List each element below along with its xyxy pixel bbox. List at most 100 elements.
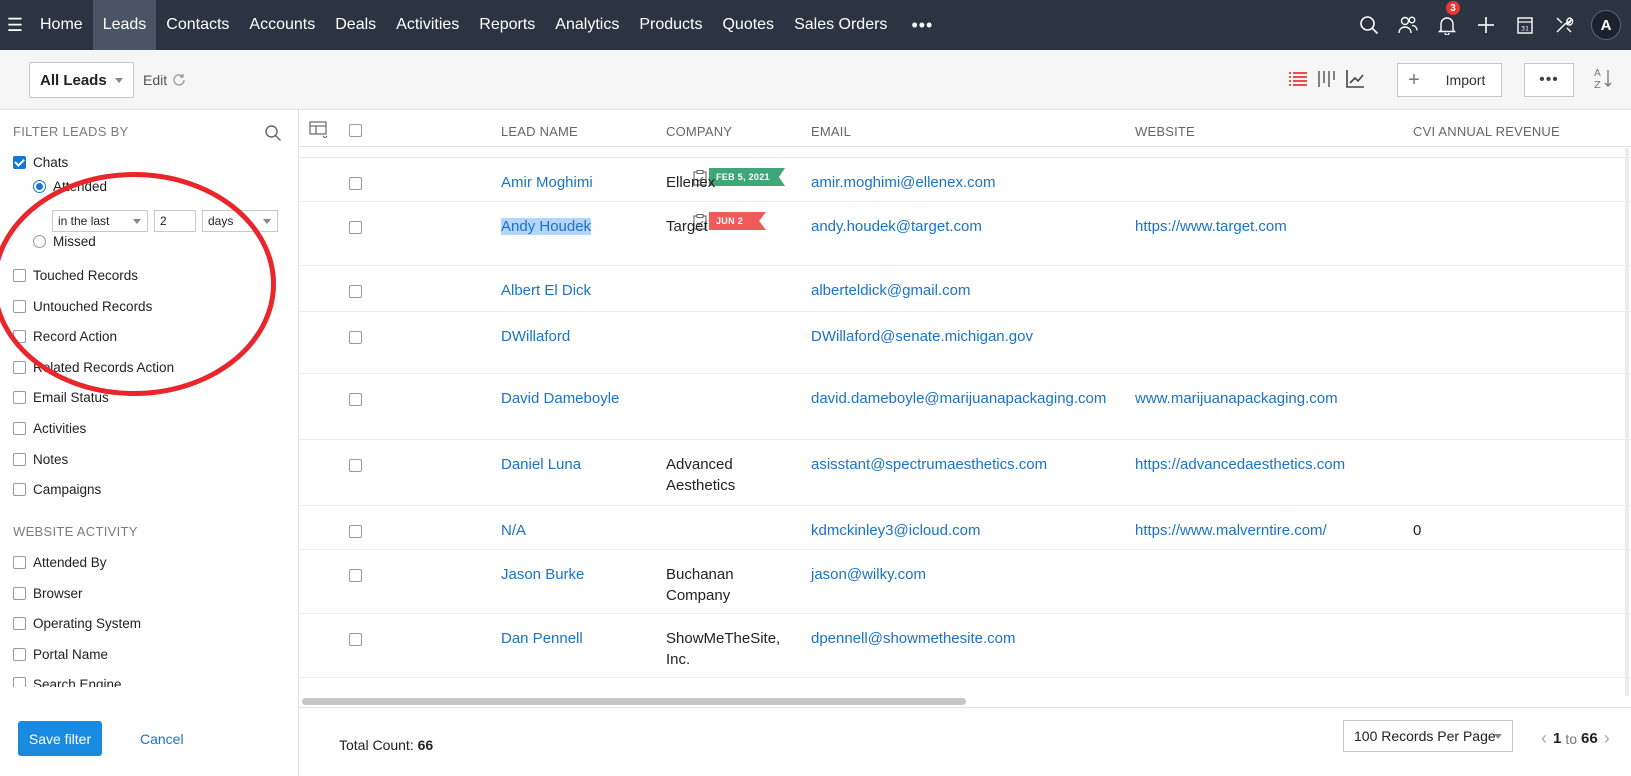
table-row[interactable]: FEB 5, 2021 Amir Moghimi Ellenex amir.moghi… (299, 158, 1631, 202)
activities-checkbox[interactable] (13, 422, 26, 435)
cancel-filter-button[interactable]: Cancel (140, 731, 184, 747)
untouched-records-checkbox[interactable] (13, 299, 26, 313)
email-status-checkbox[interactable] (13, 391, 26, 405)
column-header-cvi-annual-revenue[interactable]: CVI ANNUAL REVENUE (1413, 124, 1560, 139)
nav-item-home[interactable]: Home (30, 0, 93, 50)
plus-icon[interactable] (1466, 0, 1505, 50)
nav-item-products[interactable]: Products (629, 0, 712, 50)
search-engine-checkbox[interactable] (13, 677, 26, 688)
email-cell-text[interactable]: asisstant@spectrumaesthetics.com (811, 456, 1047, 473)
radio-missed[interactable]: Missed (33, 234, 96, 249)
filter-notes[interactable]: Notes (13, 452, 68, 467)
row-checkbox[interactable] (349, 569, 362, 582)
email-cell-text[interactable]: amir.moghimi@ellenex.com (811, 174, 995, 191)
email-cell[interactable]: kdmckinley3@icloud.com (811, 520, 980, 541)
nav-more-button[interactable]: ••• (897, 15, 947, 36)
lead-name-cell[interactable]: Albert El Dick (501, 280, 591, 301)
previous-page-icon[interactable]: ‹ (1541, 728, 1547, 749)
column-header-website[interactable]: WEBSITE (1135, 124, 1195, 139)
browser-checkbox[interactable] (13, 586, 26, 600)
edit-view-link[interactable]: Edit (143, 72, 167, 88)
email-cell-text[interactable]: andy.houdek@target.com (811, 218, 982, 235)
table-row[interactable]: Daniel Luna Advanced Aesthetics asisstant@s… (299, 440, 1631, 506)
filter-campaigns[interactable]: Campaigns (13, 482, 101, 497)
lead-name-cell[interactable]: Dan Pennell (501, 628, 583, 649)
website-cell-text[interactable]: https://advancedaesthetics.com (1135, 456, 1345, 473)
filter-portal-name[interactable]: Portal Name (13, 647, 108, 662)
email-cell-text[interactable]: david.dameboyle@marijuanapackaging.com (811, 390, 1106, 407)
record-action-checkbox[interactable] (13, 330, 26, 344)
users-icon[interactable] (1388, 0, 1427, 50)
nav-item-deals[interactable]: Deals (325, 0, 386, 50)
row-checkbox[interactable] (349, 633, 362, 646)
table-row[interactable]: Jason Burke Buchanan Company jason@wilky.co… (299, 550, 1631, 614)
related-records-action-checkbox[interactable] (13, 360, 26, 374)
nav-item-quotes[interactable]: Quotes (712, 0, 784, 50)
nav-item-accounts[interactable]: Accounts (239, 0, 325, 50)
table-row[interactable]: David Dameboyle david.dameboyle@marijuana… (299, 374, 1631, 440)
lead-name-cell-text[interactable]: Amir Moghimi (501, 174, 593, 191)
lead-name-cell-text[interactable]: Daniel Luna (501, 456, 581, 473)
table-row[interactable]: Dan Pennell ShowMeTheSite, Inc. dpennell@sh… (299, 614, 1631, 678)
filter-related-records-action[interactable]: Related Records Action (13, 360, 174, 375)
table-row[interactable]: JUN 2 Andy Houdek Target andy.houdek@target… (299, 202, 1631, 266)
website-cell[interactable]: www.marijuanapackaging.com (1135, 388, 1338, 409)
attended-radio[interactable] (33, 180, 46, 193)
filter-operating-system[interactable]: Operating System (13, 616, 141, 631)
lead-name-cell-text[interactable]: Albert El Dick (501, 282, 591, 299)
view-selector[interactable]: All Leads (29, 62, 134, 98)
row-checkbox[interactable] (349, 285, 362, 298)
website-cell-text[interactable]: https://www.target.com (1135, 218, 1287, 235)
website-cell-text[interactable]: www.marijuanapackaging.com (1135, 390, 1338, 407)
lead-name-cell[interactable]: DWillaford (501, 326, 570, 347)
lead-name-cell[interactable]: Amir Moghimi (501, 172, 593, 193)
filter-record-action[interactable]: Record Action (13, 329, 117, 344)
lead-name-cell[interactable]: N/A (501, 520, 526, 541)
email-cell[interactable]: jason@wilky.com (811, 564, 926, 585)
operating-system-checkbox[interactable] (13, 617, 26, 631)
sort-az-icon[interactable]: AZ (1592, 66, 1614, 92)
email-cell[interactable]: dpennell@showmethesite.com (811, 628, 1016, 649)
search-icon[interactable] (1349, 0, 1388, 50)
select-all-checkbox[interactable] (349, 124, 362, 137)
email-cell[interactable]: asisstant@spectrumaesthetics.com (811, 454, 1047, 475)
filter-chats[interactable]: Chats (13, 155, 68, 170)
website-cell[interactable]: https://www.target.com (1135, 216, 1287, 237)
email-cell-text[interactable]: DWillaford@senate.michigan.gov (811, 328, 1033, 345)
lead-name-cell[interactable]: David Dameboyle (501, 388, 619, 409)
range-value-input[interactable]: 2 (154, 210, 196, 232)
search-icon[interactable] (264, 124, 282, 142)
lead-name-cell[interactable]: Daniel Luna (501, 454, 581, 475)
kanban-view-icon[interactable] (1315, 68, 1337, 90)
lead-name-cell-text[interactable]: Andy Houdek (501, 218, 592, 235)
nav-item-contacts[interactable]: Contacts (156, 0, 239, 50)
table-row[interactable]: DWillaford DWillaford@senate.michigan.gov (299, 312, 1631, 374)
portal-name-checkbox[interactable] (13, 647, 26, 661)
filter-email-status[interactable]: Email Status (13, 390, 109, 405)
bell-icon[interactable]: 3 (1427, 0, 1466, 50)
lead-name-cell[interactable]: Jason Burke (501, 564, 584, 585)
lead-name-cell-text[interactable]: DWillaford (501, 328, 570, 345)
email-cell[interactable]: andy.houdek@target.com (811, 216, 982, 237)
row-checkbox[interactable] (349, 525, 362, 538)
nav-item-leads[interactable]: Leads (92, 0, 157, 50)
website-cell[interactable]: https://advancedaesthetics.com (1135, 454, 1345, 475)
records-per-page-select[interactable]: 100 Records Per Page (1343, 720, 1513, 752)
column-header-email[interactable]: EMAIL (811, 124, 851, 139)
table-row[interactable]: N/A kdmckinley3@icloud.com https://www.mal… (299, 506, 1631, 550)
import-button[interactable]: Import (1430, 63, 1502, 97)
website-cell-text[interactable]: https://www.malverntire.com/ (1135, 522, 1327, 539)
column-header-lead-name[interactable]: LEAD NAME (501, 124, 578, 139)
radio-attended[interactable]: Attended (33, 179, 107, 194)
lead-name-cell-text[interactable]: Dan Pennell (501, 630, 583, 647)
row-checkbox[interactable] (349, 459, 362, 472)
chart-view-icon[interactable] (1344, 68, 1366, 90)
row-checkbox[interactable] (349, 221, 362, 234)
row-checkbox[interactable] (349, 177, 362, 190)
calendar-icon[interactable]: 31 (1505, 0, 1544, 50)
create-lead-button[interactable]: + (1397, 63, 1431, 97)
range-select[interactable]: in the last (52, 210, 148, 232)
lead-name-cell-text[interactable]: Jason Burke (501, 566, 584, 583)
menu-icon[interactable]: ☰ (0, 0, 30, 50)
lead-name-cell-text[interactable]: David Dameboyle (501, 390, 619, 407)
